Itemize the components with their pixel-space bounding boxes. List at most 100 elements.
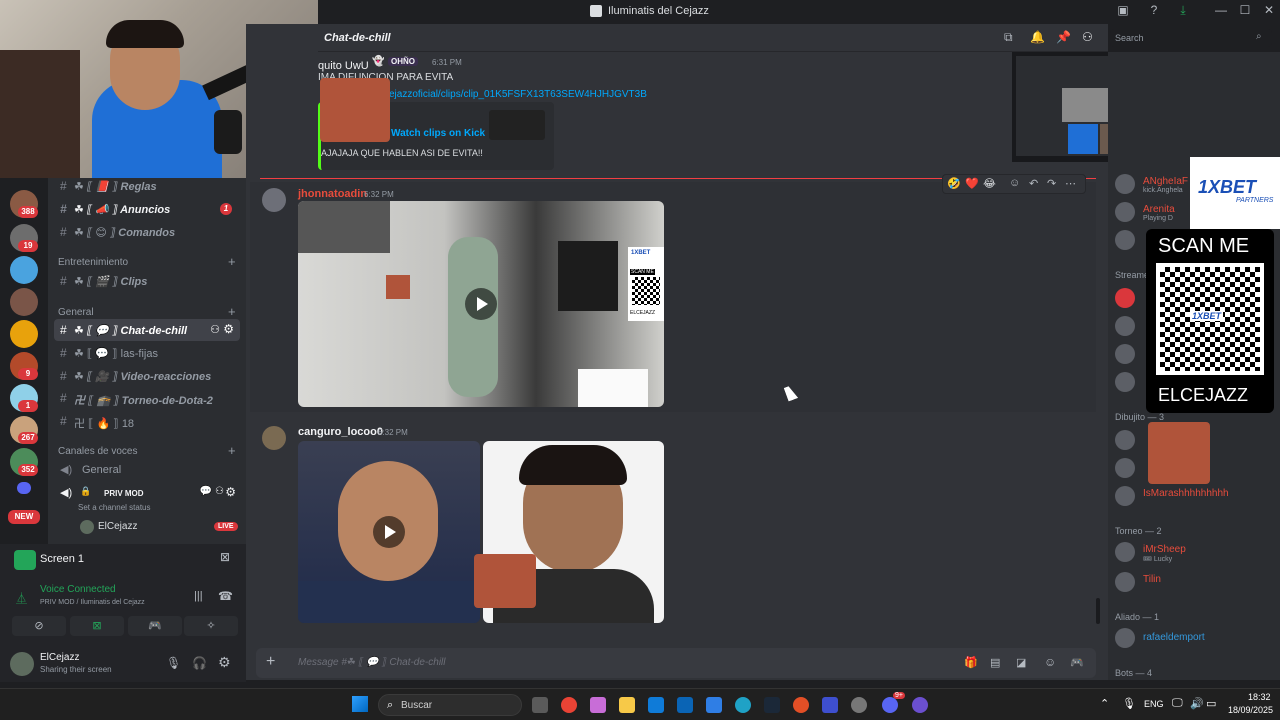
threads-icon[interactable]: ⧉ xyxy=(1004,30,1013,45)
close-button[interactable]: ✕ xyxy=(1260,3,1278,17)
message-link[interactable]: cejazzoficial/clips/clip_01K5FSFX13T63SE… xyxy=(384,89,647,100)
message-author[interactable]: jhonnatoadin xyxy=(298,188,367,200)
discord-icon[interactable] xyxy=(882,697,898,713)
clock-time[interactable]: 18:32 xyxy=(1248,692,1271,702)
plus-icon[interactable]: + xyxy=(266,653,275,671)
message-author[interactable]: canguro_locoo0 xyxy=(298,426,383,438)
app-icon[interactable] xyxy=(822,697,838,713)
noise-suppression-icon[interactable]: ||| xyxy=(194,590,203,602)
voice-location[interactable]: PRIV MOD / Iluminatis del Cejazz xyxy=(40,599,145,606)
folder-icon[interactable] xyxy=(17,482,31,494)
dropbox-icon[interactable] xyxy=(706,697,722,713)
emoji-icon[interactable]: ☺ xyxy=(1044,655,1056,669)
channel-las-fijas[interactable]: # ☘ ⟦ 💬 ⟧ las-fijas xyxy=(54,342,240,364)
settings-icon[interactable]: ⚙ xyxy=(218,654,231,671)
bell-icon[interactable]: 🔔 xyxy=(1030,30,1045,44)
avatar[interactable] xyxy=(10,652,34,676)
edge-icon[interactable] xyxy=(735,697,751,713)
channel-reglas[interactable]: # ☘ ⟦ 📕 ⟧ Reglas xyxy=(54,175,240,197)
chevron-up-icon[interactable]: ⌃ xyxy=(1100,697,1109,710)
channel-chat-de-chill[interactable]: # ☘ ⟦ 💬 ⟧ Chat-de-chill ⚇ ⚙ xyxy=(54,319,240,341)
store-icon[interactable] xyxy=(648,697,664,713)
outlook-icon[interactable] xyxy=(677,697,693,713)
add-channel-button[interactable]: + xyxy=(228,254,236,269)
server-icon[interactable] xyxy=(10,288,38,316)
microphone-icon[interactable]: 🎙 xyxy=(166,656,181,670)
avatar[interactable] xyxy=(262,426,286,450)
help-icon[interactable]: ? xyxy=(1145,3,1163,17)
pin-icon[interactable]: 📌 xyxy=(1056,30,1071,44)
screen-share-button[interactable]: ⊠ xyxy=(70,616,124,636)
voice-user-name[interactable]: ElCejazz xyxy=(98,521,137,532)
task-view-icon[interactable] xyxy=(532,697,548,713)
chat-icon[interactable]: 💬 xyxy=(200,486,212,497)
reaction-joy[interactable]: 😂 xyxy=(983,177,996,190)
steam-icon[interactable] xyxy=(764,697,780,713)
add-member-icon[interactable]: ⚇ xyxy=(210,323,220,336)
channel-video-reacciones[interactable]: # ☘ ⟦ 🎥 ⟧ Video-reacciones xyxy=(54,365,240,387)
scrollbar[interactable] xyxy=(1096,598,1100,624)
add-member-icon[interactable]: ⚇ xyxy=(215,486,224,497)
file-explorer-icon[interactable] xyxy=(619,697,635,713)
brave-icon[interactable] xyxy=(793,697,809,713)
video-attachment[interactable]: 1XBET SCAN ME ELCEJAZZ xyxy=(298,201,664,407)
disconnect-icon[interactable]: ☎ xyxy=(218,589,233,603)
user-name[interactable]: ElCejazz xyxy=(40,652,79,663)
server-icon[interactable] xyxy=(10,256,38,284)
video-attachment[interactable] xyxy=(298,441,480,623)
obs-icon[interactable] xyxy=(851,697,867,713)
member-item[interactable]: iMrSheep 🎟 Lucky xyxy=(1113,540,1273,564)
mic-tray-icon[interactable]: 🎙 xyxy=(1122,697,1136,710)
channel-torneo-dota[interactable]: # 卍 ⟦ 🕋 ⟧ Torneo-de-Dota-2 xyxy=(54,387,240,409)
channel-comandos[interactable]: # ☘ ⟦ 😊 ⟧ Comandos xyxy=(54,221,240,243)
language-indicator[interactable]: ENG xyxy=(1144,699,1164,709)
clock-date[interactable]: 18/09/2025 xyxy=(1228,705,1273,715)
inbox-icon[interactable]: ▣ xyxy=(1114,3,1132,17)
avatar[interactable] xyxy=(262,188,286,212)
app-icon[interactable] xyxy=(912,697,928,713)
search-input[interactable]: Search ⌕ xyxy=(1110,29,1272,47)
gear-icon[interactable]: ⚙ xyxy=(223,322,234,336)
volume-icon[interactable]: 🔊 xyxy=(1190,697,1204,710)
channel-anuncios[interactable]: # ☘ ⟦ 📣 ⟧ Anuncios 1 xyxy=(54,198,240,220)
forward-icon[interactable]: ↷ xyxy=(1047,177,1056,190)
play-icon[interactable] xyxy=(373,516,405,548)
soundboard-button[interactable]: ✧ xyxy=(184,616,238,636)
reaction-rofl[interactable]: 🤣 xyxy=(947,177,961,190)
chrome-icon[interactable] xyxy=(561,697,577,713)
more-icon[interactable]: ⋯ xyxy=(1065,177,1076,190)
channel-18[interactable]: # 卍 ⟦ 🔥 ⟧ 18 xyxy=(54,410,240,432)
category-entretenimiento[interactable]: Entretenimiento xyxy=(58,257,128,268)
gear-icon[interactable]: ⚙ xyxy=(225,485,236,499)
copilot-icon[interactable] xyxy=(590,697,606,713)
member-item[interactable]: Tilin xyxy=(1113,570,1273,594)
category-voice[interactable]: Canales de voces xyxy=(58,446,138,457)
add-channel-button[interactable]: + xyxy=(228,304,236,319)
pop-out-icon[interactable]: ⊠ xyxy=(220,550,230,564)
windows-icon[interactable] xyxy=(352,696,368,712)
play-icon[interactable] xyxy=(465,288,497,320)
sticker-icon[interactable]: ◪ xyxy=(1016,656,1026,669)
channel-clips[interactable]: # ☘ ⟦ 🎬 ⟧ Clips xyxy=(54,270,240,292)
apps-icon[interactable]: 🎮 xyxy=(1070,656,1084,669)
member-item[interactable]: rafaeldemport xyxy=(1113,626,1273,650)
taskbar-search[interactable]: ⌕ Buscar xyxy=(378,694,522,716)
add-channel-button[interactable]: + xyxy=(228,443,236,458)
voice-channel-general[interactable]: ◀) General xyxy=(54,459,240,481)
message-author[interactable]: quito UwU xyxy=(318,60,369,72)
battery-icon[interactable]: ▭ xyxy=(1206,697,1216,710)
network-icon[interactable]: 🖵 xyxy=(1172,697,1183,710)
reply-icon[interactable]: ↶ xyxy=(1029,177,1038,190)
camera-off-button[interactable]: ⊘ xyxy=(12,616,66,636)
add-reaction-icon[interactable]: ☺ xyxy=(1009,177,1020,189)
activities-button[interactable]: 🎮 xyxy=(128,616,182,636)
maximize-button[interactable]: ☐ xyxy=(1236,3,1254,17)
reaction-heart[interactable]: ❤️ xyxy=(965,177,979,190)
voice-connected-label[interactable]: Voice Connected xyxy=(40,584,116,595)
download-icon[interactable]: ⤓ xyxy=(1174,3,1192,18)
minimize-button[interactable]: — xyxy=(1212,3,1230,17)
message-composer[interactable]: + Message #☘ ⟦ 💬 ⟧ Chat-de-chill 🎁 ▤ ◪ ☺… xyxy=(256,648,1096,678)
members-icon[interactable]: ⚇ xyxy=(1082,30,1093,44)
server-icon[interactable] xyxy=(10,320,38,348)
voice-channel-priv-mod[interactable]: ◀) 🔒 PRIV MOD 💬 ⚇ ⚙ xyxy=(54,482,240,504)
